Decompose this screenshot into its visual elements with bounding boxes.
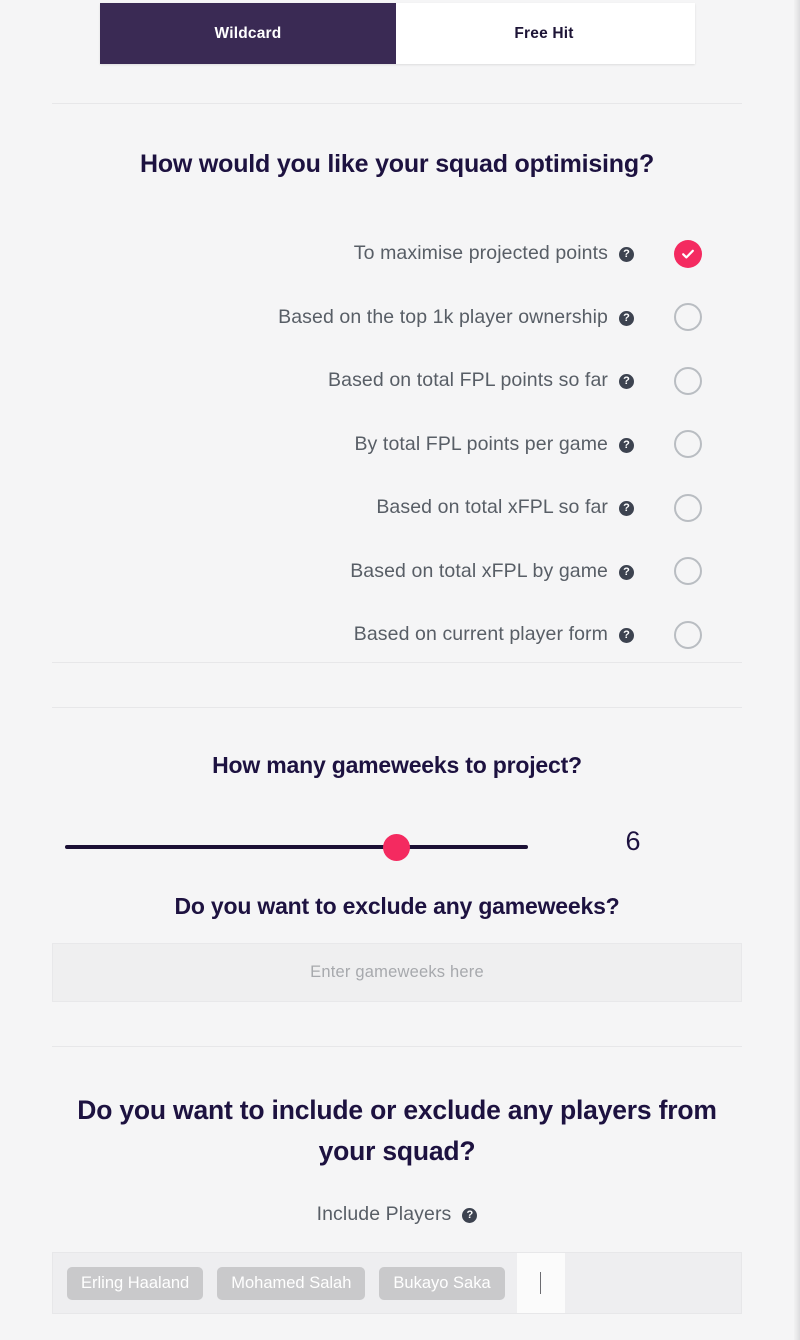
option-label: To maximise projected points (353, 242, 608, 265)
help-circle-icon[interactable]: ? (462, 1208, 478, 1223)
gameweeks-slider-thumb[interactable] (383, 834, 410, 861)
tab-wildcard-label: Wildcard (214, 24, 282, 42)
player-chip[interactable]: Mohamed Salah (217, 1266, 366, 1300)
include-players-input[interactable]: Erling Haaland Mohamed Salah Bukayo Saka (52, 1252, 742, 1314)
exclude-gameweeks-heading: Do you want to exclude any gameweeks? (174, 893, 620, 919)
divider-below-options (52, 662, 742, 663)
divider-above-gameweeks (52, 707, 742, 708)
option-row-total-xfpl-by-game[interactable]: Based on total xFPL by game ? (52, 540, 742, 604)
help-circle-icon[interactable]: ? (619, 501, 634, 517)
include-players-label-row: Include Players ? (52, 1203, 742, 1226)
player-chip[interactable]: Bukayo Saka (379, 1266, 505, 1300)
option-radio-slot (634, 366, 742, 395)
option-row-maximise-projected-points[interactable]: To maximise projected points ? (52, 222, 742, 286)
option-label: Based on the top 1k player ownership (278, 305, 608, 328)
include-players-label: Include Players (316, 1203, 452, 1225)
option-label: Based on total FPL points so far (328, 369, 608, 392)
radio-maximise-projected-points[interactable] (674, 239, 702, 268)
text-caret (539, 1272, 542, 1294)
help-circle-icon[interactable]: ? (619, 628, 634, 644)
gameweeks-slider[interactable]: 6 (52, 826, 742, 870)
option-radio-slot (634, 239, 742, 268)
help-circle-icon[interactable]: ? (619, 374, 634, 390)
page-root: Wildcard Free Hit How would you like you… (0, 0, 800, 1340)
gameweeks-value: 6 (625, 826, 641, 856)
radio-total-fpl-points[interactable] (674, 366, 702, 395)
tab-wildcard[interactable]: Wildcard (100, 3, 396, 64)
radio-fpl-points-per-game[interactable] (674, 430, 702, 459)
exclude-gameweeks-input[interactable]: Enter gameweeks here (52, 943, 742, 1002)
option-label: Based on current player form (353, 623, 608, 646)
divider-above-players (52, 1046, 742, 1047)
option-label: Based on total xFPL so far (376, 496, 608, 519)
option-label: By total FPL points per game (354, 432, 608, 455)
gameweeks-heading: How many gameweeks to project? (212, 752, 582, 778)
option-row-fpl-points-per-game[interactable]: By total FPL points per game ? (52, 413, 742, 477)
radio-total-xfpl-by-game[interactable] (674, 557, 702, 586)
divider-below-tabs (52, 103, 742, 104)
optimise-options-list: To maximise projected points ? Based on … (52, 222, 742, 667)
help-circle-icon[interactable]: ? (619, 310, 634, 326)
tab-free-hit[interactable]: Free Hit (396, 3, 692, 64)
option-radio-slot (634, 303, 742, 332)
optimise-heading: How would you like your squad optimising… (139, 150, 655, 178)
help-circle-icon[interactable]: ? (619, 564, 634, 580)
option-radio-slot (634, 430, 742, 459)
chip-tab-bar: Wildcard Free Hit (100, 3, 695, 64)
option-row-top-1k-ownership[interactable]: Based on the top 1k player ownership ? (52, 286, 742, 350)
help-circle-icon[interactable]: ? (619, 247, 634, 263)
tab-free-hit-label: Free Hit (514, 24, 574, 42)
option-row-total-fpl-points[interactable]: Based on total FPL points so far ? (52, 349, 742, 413)
page-right-edge (794, 0, 800, 1340)
option-row-current-player-form[interactable]: Based on current player form ? (52, 603, 742, 667)
option-radio-slot (634, 493, 742, 522)
radio-total-xfpl[interactable] (674, 493, 702, 522)
include-players-text-entry[interactable] (516, 1253, 565, 1313)
exclude-gameweeks-placeholder: Enter gameweeks here (310, 963, 484, 981)
gameweeks-slider-track[interactable] (65, 845, 528, 849)
option-radio-slot (634, 557, 742, 586)
player-chip[interactable]: Erling Haaland (67, 1266, 204, 1300)
players-heading: Do you want to include or exclude any pl… (77, 1095, 717, 1166)
radio-current-player-form[interactable] (674, 620, 702, 649)
option-radio-slot (634, 620, 742, 649)
option-row-total-xfpl[interactable]: Based on total xFPL so far ? (52, 476, 742, 540)
help-circle-icon[interactable]: ? (619, 437, 634, 453)
option-label: Based on total xFPL by game (350, 559, 608, 582)
radio-top-1k-ownership[interactable] (674, 303, 702, 332)
